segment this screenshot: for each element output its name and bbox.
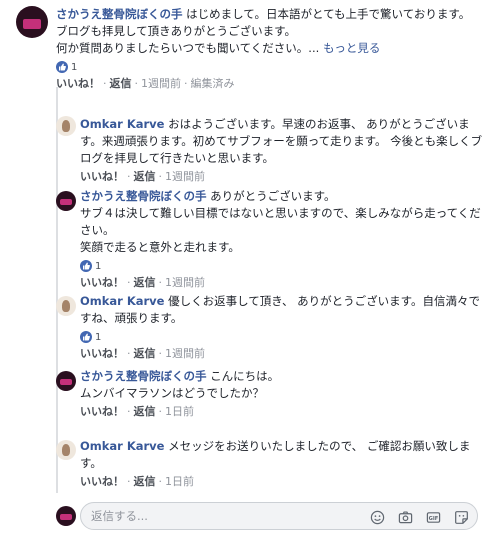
reply-button[interactable]: 返信 [134, 347, 156, 360]
reply-author[interactable]: さかうえ整骨院ぼくの手 [80, 189, 207, 203]
reply-button[interactable]: 返信 [110, 77, 132, 90]
reaction-count[interactable]: 1 [56, 60, 484, 74]
avatar[interactable] [56, 440, 76, 460]
reply-text-line: ありがとうございます。 [210, 189, 336, 203]
separator: · [158, 347, 163, 360]
avatar[interactable] [16, 6, 48, 38]
emoji-icon[interactable] [369, 509, 385, 525]
reply-actions: いいね！ · 返信 · 1週間前 [80, 347, 485, 361]
separator: · [127, 347, 131, 360]
separator: · [103, 77, 107, 90]
reply-input[interactable] [91, 509, 341, 523]
svg-text:GIF: GIF [428, 515, 438, 521]
avatar[interactable] [56, 296, 76, 316]
reply-thread-line [56, 87, 58, 493]
reply: さかうえ整骨院ぼくの手 ありがとうございます。 サブ４は決して難しい目標ではない… [80, 188, 485, 290]
separator: · [158, 405, 163, 418]
comment-text-line: はじめまして。日本語がとても上手で驚いております。 [186, 7, 471, 21]
reply: さかうえ整骨院ぼくの手 こんにちは。 ムンバイマラソンはどうでしたか？ いいね！… [80, 368, 485, 419]
reply-actions: いいね！ · 返信 · 1週間前 [80, 276, 485, 290]
comment-text-line: 何か質問ありましたらいつでも聞いてください。... [56, 41, 320, 55]
timestamp[interactable]: 1日前 [165, 475, 194, 488]
reply-button[interactable]: 返信 [134, 276, 156, 289]
reply-actions: いいね！ · 返信 · 1日前 [80, 475, 485, 489]
timestamp[interactable]: 1週間前 [165, 170, 205, 183]
timestamp[interactable]: 1週間前 [165, 347, 205, 360]
reply-text-line: ムンバイマラソンはどうでしたか？ [80, 386, 264, 400]
reply-composer[interactable]: GIF [80, 502, 478, 530]
like-count: 1 [95, 331, 102, 343]
reply-button[interactable]: 返信 [134, 170, 156, 183]
gif-icon[interactable]: GIF [425, 509, 441, 525]
reply-author[interactable]: Omkar Karve [80, 294, 164, 308]
avatar[interactable] [56, 191, 76, 211]
reply: Omkar Karve おはようございます。早速のお返事、 ありがとうございます… [80, 116, 485, 184]
like-button[interactable]: いいね！ [80, 475, 124, 488]
avatar[interactable] [56, 371, 76, 391]
reply-actions: いいね！ · 返信 · 1週間前 [80, 170, 485, 184]
reply-body: さかうえ整骨院ぼくの手 ありがとうございます。 サブ４は決して難しい目標ではない… [80, 188, 485, 256]
reply-actions: いいね！ · 返信 · 1日前 [80, 405, 485, 419]
like-reaction-icon [56, 61, 68, 73]
reply-button[interactable]: 返信 [134, 475, 156, 488]
reply-body: Omkar Karve 優しくお返事して頂き、 ありがとうございます。自信満々で… [80, 293, 485, 327]
separator: · [127, 475, 131, 488]
reply: Omkar Karve メセッジをお送りいたしましたので、 ご確認お願い致します… [80, 438, 485, 489]
separator: · [127, 276, 131, 289]
like-reaction-icon [80, 331, 92, 343]
timestamp[interactable]: 1週間前 [165, 276, 205, 289]
comment-author[interactable]: さかうえ整骨院ぼくの手 [56, 7, 183, 21]
sticker-icon[interactable] [453, 509, 469, 525]
reply: Omkar Karve 優しくお返事して頂き、 ありがとうございます。自信満々で… [80, 293, 485, 361]
composer-icons: GIF [369, 509, 469, 525]
timestamp[interactable]: 1週間前 [141, 77, 181, 90]
like-count: 1 [95, 260, 102, 272]
reply-text-line: サブ４は決して難しい目標ではないと思いますので、楽しみながら走ってください。 [80, 206, 481, 237]
separator: · [134, 77, 139, 90]
separator: · [127, 405, 131, 418]
separator: · [158, 170, 163, 183]
like-button[interactable]: いいね！ [56, 77, 100, 90]
see-more-link[interactable]: もっと見る [323, 41, 381, 55]
reply-body: さかうえ整骨院ぼくの手 こんにちは。 ムンバイマラソンはどうでしたか？ [80, 368, 485, 402]
edited-label: 編集済み [190, 77, 235, 90]
reply-body: Omkar Karve おはようございます。早速のお返事、 ありがとうございます… [80, 116, 485, 167]
reply-button[interactable]: 返信 [134, 405, 156, 418]
comment-actions: いいね！ · 返信 · 1週間前 · 編集済み [56, 77, 484, 91]
like-button[interactable]: いいね！ [80, 276, 124, 289]
reply-text-line: こんにちは。 [210, 369, 280, 383]
reply-text-line: 笑顔で走ると意外と走れます。 [80, 240, 240, 254]
separator: · [158, 276, 163, 289]
reply-author[interactable]: Omkar Karve [80, 439, 164, 453]
like-reaction-icon [80, 260, 92, 272]
reaction-count[interactable]: 1 [80, 330, 485, 344]
separator: · [184, 77, 188, 90]
avatar[interactable] [56, 116, 76, 136]
reply-author[interactable]: さかうえ整骨院ぼくの手 [80, 369, 207, 383]
comment-text-line: ブログも拝見して頂きありがとうございます。 [56, 24, 297, 38]
camera-icon[interactable] [397, 509, 413, 525]
reply-author[interactable]: Omkar Karve [80, 117, 164, 131]
composer-avatar [56, 506, 76, 526]
comment-body: さかうえ整骨院ぼくの手 はじめまして。日本語がとても上手で驚いております。 ブロ… [56, 6, 484, 57]
like-button[interactable]: いいね！ [80, 347, 124, 360]
like-button[interactable]: いいね！ [80, 405, 124, 418]
separator: · [158, 475, 163, 488]
timestamp[interactable]: 1日前 [165, 405, 194, 418]
like-button[interactable]: いいね！ [80, 170, 124, 183]
reaction-count[interactable]: 1 [80, 259, 485, 273]
separator: · [127, 170, 131, 183]
like-count: 1 [71, 61, 78, 73]
reply-body: Omkar Karve メセッジをお送りいたしましたので、 ご確認お願い致します… [80, 438, 485, 472]
comment: さかうえ整骨院ぼくの手 はじめまして。日本語がとても上手で驚いております。 ブロ… [56, 6, 484, 91]
